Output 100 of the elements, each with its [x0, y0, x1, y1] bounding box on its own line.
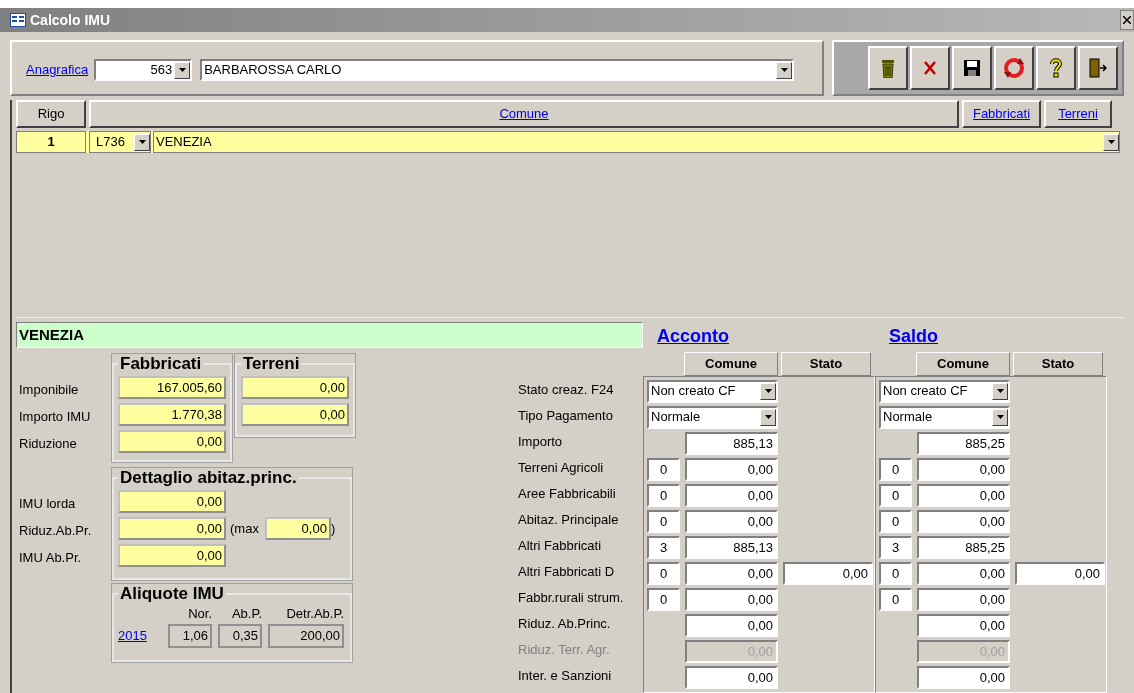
code-value: 563 — [150, 61, 174, 80]
year-link[interactable]: 2015 — [118, 625, 147, 646]
amount-field[interactable]: 0,00 — [118, 430, 226, 453]
row-label: Stato creaz. F24 — [518, 381, 614, 400]
select-field[interactable]: Non creato CF — [879, 379, 1010, 403]
dropdown-button[interactable] — [992, 382, 1008, 400]
amount-field[interactable]: 0,00 — [917, 587, 1010, 611]
amount-field[interactable]: 0,00 — [917, 561, 1010, 585]
amount-field[interactable]: 0,00 — [917, 483, 1010, 507]
amount-field[interactable]: 0,00 — [917, 665, 1010, 689]
amount-field[interactable]: 1.770,38 — [118, 403, 226, 426]
row-label: Riduz. Ab.Princ. — [518, 615, 611, 634]
amount-field[interactable]: 0,00 — [118, 490, 226, 513]
delete-button[interactable] — [868, 46, 908, 90]
cancel-button[interactable] — [910, 46, 950, 90]
amount-field[interactable]: 0,00 — [685, 483, 778, 507]
comune-combo[interactable]: VENEZIA — [153, 131, 1120, 153]
count-field[interactable]: 0 — [879, 561, 912, 585]
row-label: Fabbr.rurali strum. — [518, 589, 624, 608]
question-mark-icon — [1050, 58, 1062, 78]
closing-paren: ) — [330, 519, 336, 538]
dropdown-arrow-icon — [996, 389, 1004, 393]
column-header[interactable]: Comune — [89, 100, 959, 128]
door-exit-icon — [1089, 58, 1107, 78]
amount-field[interactable]: 0,00 — [118, 517, 226, 540]
amount-field[interactable]: 0,00 — [917, 457, 1010, 481]
close-button[interactable] — [1120, 10, 1134, 30]
dropdown-arrow-icon — [764, 415, 772, 419]
amount-field[interactable]: 0,00 — [241, 376, 349, 399]
amount-field[interactable]: 885,13 — [685, 431, 778, 455]
count-field[interactable]: 0 — [647, 587, 680, 611]
select-field[interactable]: Non creato CF — [647, 379, 778, 403]
column-header[interactable]: Fabbricati — [962, 100, 1041, 128]
count-field[interactable]: 3 — [879, 535, 912, 559]
column-header[interactable]: Terreni — [1044, 100, 1112, 128]
count-field[interactable]: 0 — [879, 587, 912, 611]
exit-button[interactable] — [1078, 46, 1118, 90]
select-field[interactable]: Normale — [647, 405, 778, 429]
amount-field[interactable]: 0,00 — [685, 509, 778, 533]
group-title: Aliquote IMU — [119, 584, 225, 604]
count-field[interactable]: 0 — [879, 509, 912, 533]
help-button[interactable] — [1036, 46, 1076, 90]
anagrafica-link[interactable]: Anagrafica — [26, 60, 89, 80]
dropdown-button[interactable] — [776, 61, 793, 79]
refresh-icon — [1002, 56, 1026, 80]
select-value: Normale — [883, 408, 933, 427]
amount-field[interactable]: 0,00 — [685, 587, 778, 611]
amount-field[interactable]: 0,00 — [685, 665, 778, 689]
count-field[interactable]: 0 — [879, 483, 912, 507]
amount-field[interactable]: 885,13 — [685, 535, 778, 559]
comune-value: VENEZIA — [156, 133, 212, 152]
amount-field[interactable]: 0,00 — [917, 509, 1010, 533]
count-field[interactable]: 0 — [647, 561, 680, 585]
dropdown-arrow-icon — [1107, 140, 1115, 144]
count-field[interactable]: 0 — [879, 457, 912, 481]
amount-field[interactable]: 0,00 — [783, 561, 873, 585]
count-field[interactable]: 0 — [647, 457, 680, 481]
amount-field[interactable]: 0,00 — [118, 544, 226, 567]
code-combo[interactable]: L736 — [89, 131, 151, 153]
dropdown-button[interactable] — [760, 382, 776, 400]
select-field[interactable]: Normale — [879, 405, 1010, 429]
select-value: Non creato CF — [883, 382, 968, 401]
amount-field[interactable]: 885,25 — [917, 535, 1010, 559]
dropdown-button[interactable] — [1103, 133, 1119, 151]
dropdown-button[interactable] — [992, 408, 1008, 426]
refresh-button[interactable] — [994, 46, 1034, 90]
dropdown-arrow-icon — [996, 415, 1004, 419]
amount-field[interactable]: 0,00 — [917, 613, 1010, 637]
dropdown-button[interactable] — [134, 133, 150, 151]
amount-field[interactable]: 0,00 — [685, 613, 778, 637]
window-title: Calcolo IMU — [30, 10, 111, 30]
amount-field[interactable]: 0,00 — [685, 457, 778, 481]
section-link[interactable]: Acconto — [657, 322, 729, 350]
column-header: Comune — [684, 352, 778, 376]
field-label: IMU Ab.Pr. — [19, 548, 82, 567]
save-button[interactable] — [952, 46, 992, 90]
group-title: Fabbricati — [119, 354, 203, 374]
amount-field[interactable]: 0,00 — [241, 403, 349, 426]
column-header: Comune — [916, 352, 1010, 376]
dropdown-arrow-icon — [138, 140, 146, 144]
field-label: Importo IMU — [19, 407, 91, 426]
field-label: Riduzione — [19, 434, 77, 453]
max-field[interactable]: 0,00 — [264, 517, 331, 540]
field-label: IMU lorda — [19, 494, 76, 513]
count-field[interactable]: 0 — [647, 509, 680, 533]
amount-field[interactable]: 0,00 — [685, 561, 778, 585]
rate-field: 1,06 — [168, 623, 212, 648]
dropdown-button[interactable] — [760, 408, 776, 426]
name-combo[interactable]: BARBAROSSA CARLO — [200, 59, 795, 81]
count-field[interactable]: 0 — [647, 483, 680, 507]
amount-field[interactable]: 0,00 — [1015, 561, 1105, 585]
amount-field[interactable]: 167.005,60 — [118, 376, 226, 399]
section-link[interactable]: Saldo — [889, 322, 938, 350]
dropdown-button[interactable] — [174, 61, 191, 79]
dropdown-arrow-icon — [780, 68, 788, 72]
close-icon — [1123, 16, 1131, 24]
count-field[interactable]: 3 — [647, 535, 680, 559]
amount-field[interactable]: 885,25 — [917, 431, 1010, 455]
column-label: Detr.Ab.P. — [285, 605, 344, 623]
code-combo[interactable]: 563 — [94, 59, 193, 81]
